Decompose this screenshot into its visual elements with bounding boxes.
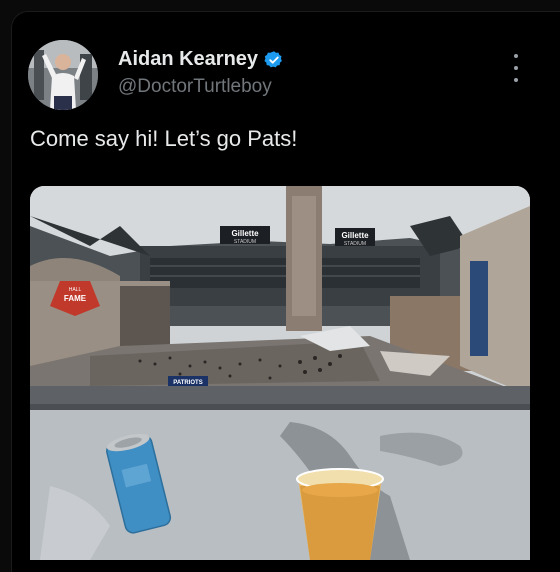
patriots-sign: PATRIOTS [173, 380, 202, 386]
gillette-sign-right: Gillette [341, 231, 369, 240]
hof-main: FAME [64, 294, 87, 303]
gillette-sign-left-sub: STADIUM [234, 239, 256, 245]
tweet-media-image[interactable]: Gillette STADIUM Gillette STADIUM HALL F… [30, 186, 530, 560]
gillette-sign-right-sub: STADIUM [344, 241, 366, 247]
author-handle[interactable]: @DoctorTurtleboy [118, 76, 272, 98]
ellipsis-vertical-icon[interactable] [503, 54, 529, 82]
hof-top: HALL [69, 287, 82, 293]
author-name[interactable]: Aidan Kearney [118, 48, 258, 71]
avatar[interactable] [28, 40, 98, 110]
avatar-image [28, 40, 98, 110]
tweet-text: Come say hi! Let’s go Pats! [30, 126, 298, 151]
author-name-row[interactable]: Aidan Kearney [118, 48, 284, 71]
gillette-sign-left: Gillette [231, 229, 259, 238]
verified-badge-icon [264, 50, 282, 67]
